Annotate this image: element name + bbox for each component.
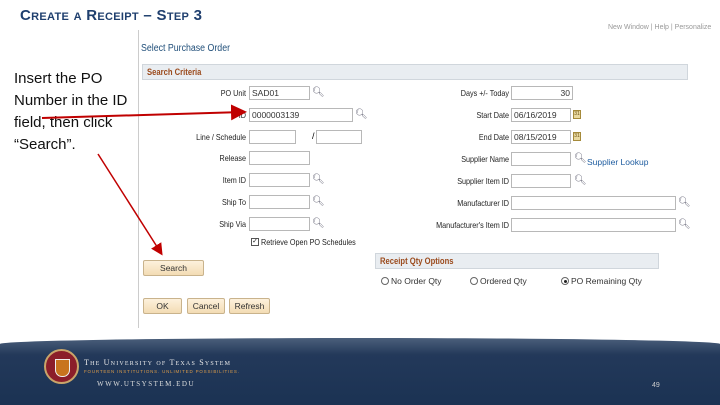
footer-tagline: FOURTEEN INSTITUTIONS. UNLIMITED POSSIBI… (84, 369, 240, 374)
ut-system-seal-logo (44, 349, 79, 384)
arrow-to-id-field (41, 104, 247, 121)
footer-url: WWW.UTSYSTEM.EDU (97, 380, 196, 388)
footer-org: The University of Texas System (84, 358, 232, 367)
page-number: 49 (652, 382, 660, 389)
arrow-to-search-button (97, 153, 163, 256)
